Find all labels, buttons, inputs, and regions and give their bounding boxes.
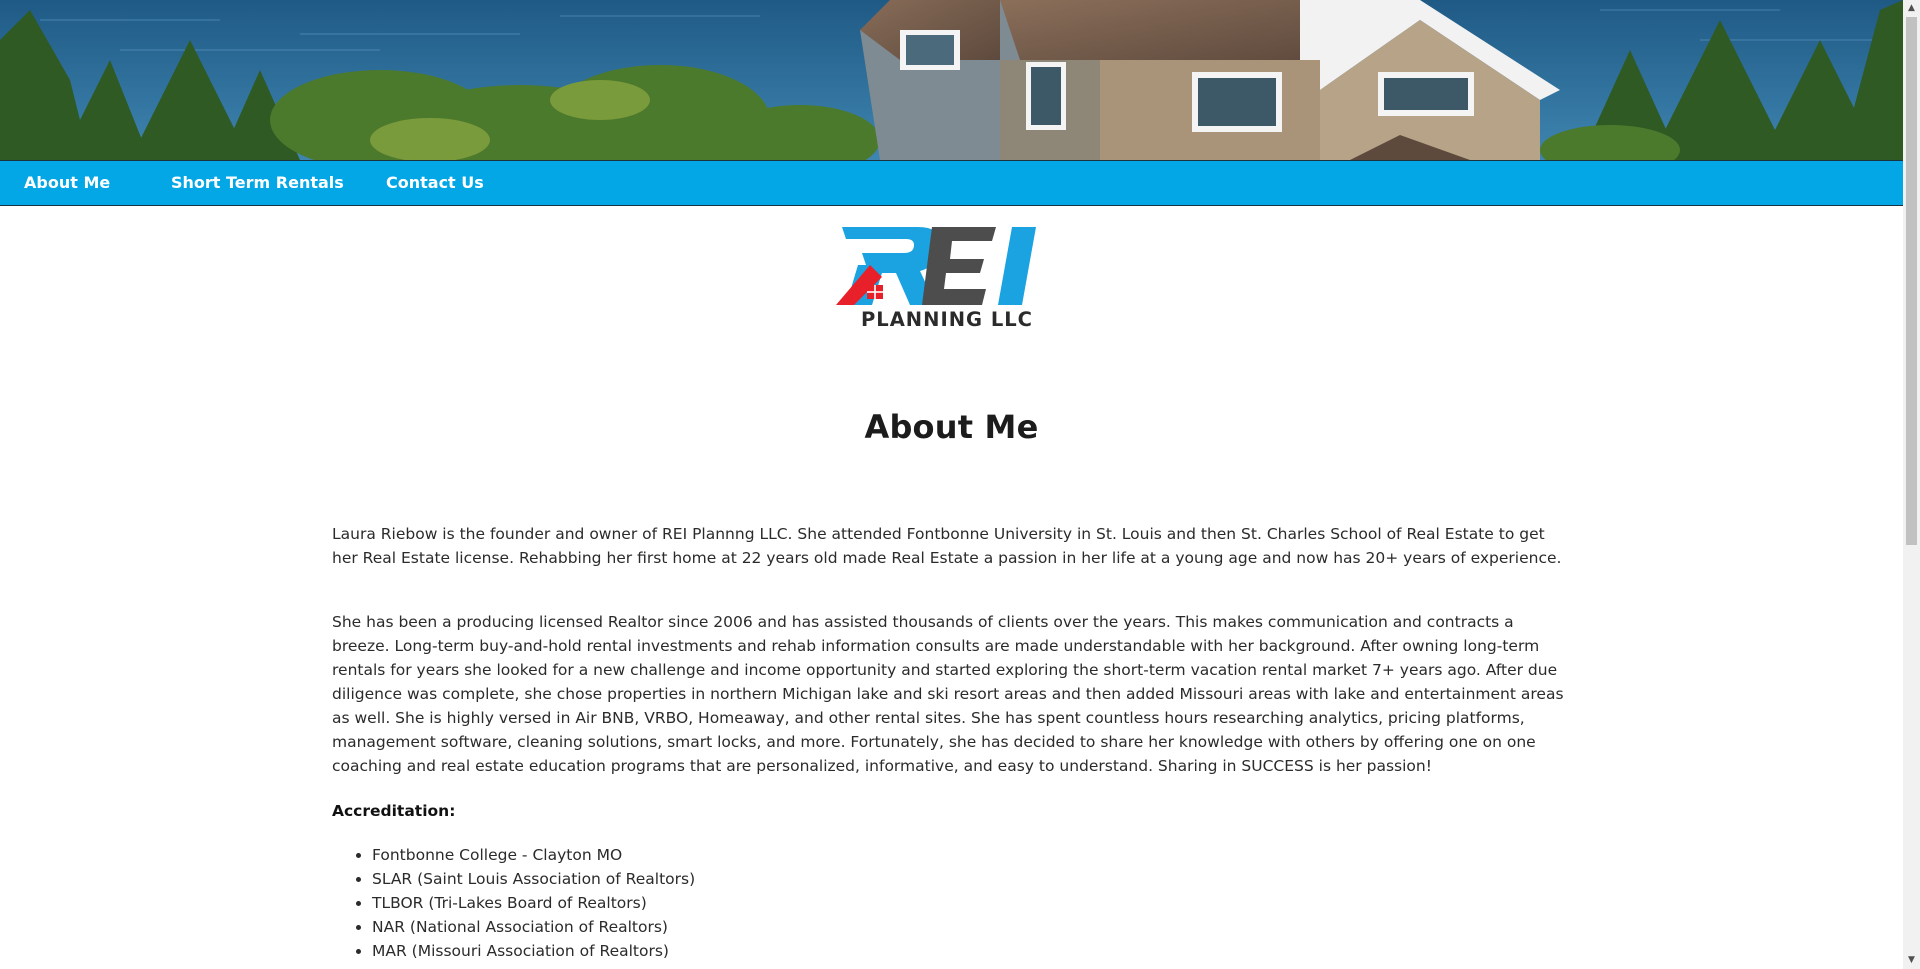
nav-link-contact-us[interactable]: Contact Us [386,173,484,192]
page-viewport: About Me Short Term Rentals Contact Us P… [0,0,1903,969]
hero-banner-image [0,0,1903,160]
list-item: Fontbonne College - Clayton MO [372,843,695,867]
nav-link-short-term-rentals[interactable]: Short Term Rentals [171,173,344,192]
scrollbar-thumb[interactable] [1906,17,1917,545]
logo-wordmark: PLANNING LLC [861,308,1033,329]
list-item: NAR (National Association of Realtors) [372,915,695,939]
vertical-scrollbar[interactable]: ▲ ▼ [1903,0,1920,969]
about-paragraph-experience: She has been a producing licensed Realto… [332,613,1564,775]
list-item: TLBOR (Tri-Lakes Board of Realtors) [372,891,695,915]
rei-planning-logo: PLANNING LLC [836,225,1058,331]
main-nav: About Me Short Term Rentals Contact Us [0,160,1903,206]
accreditation-heading: Accreditation: [332,802,456,820]
page-title: About Me [864,408,1039,446]
accreditation-list: Fontbonne College - Clayton MO SLAR (Sai… [332,843,695,963]
about-paragraph-intro: Laura Riebow is the founder and owner of… [332,525,1562,567]
scroll-up-arrow-icon[interactable]: ▲ [1903,0,1920,17]
list-item: SLAR (Saint Louis Association of Realtor… [372,867,695,891]
nav-link-about-me[interactable]: About Me [24,173,110,192]
list-item: MAR (Missouri Association of Realtors) [372,939,695,963]
scroll-down-arrow-icon[interactable]: ▼ [1903,952,1920,969]
